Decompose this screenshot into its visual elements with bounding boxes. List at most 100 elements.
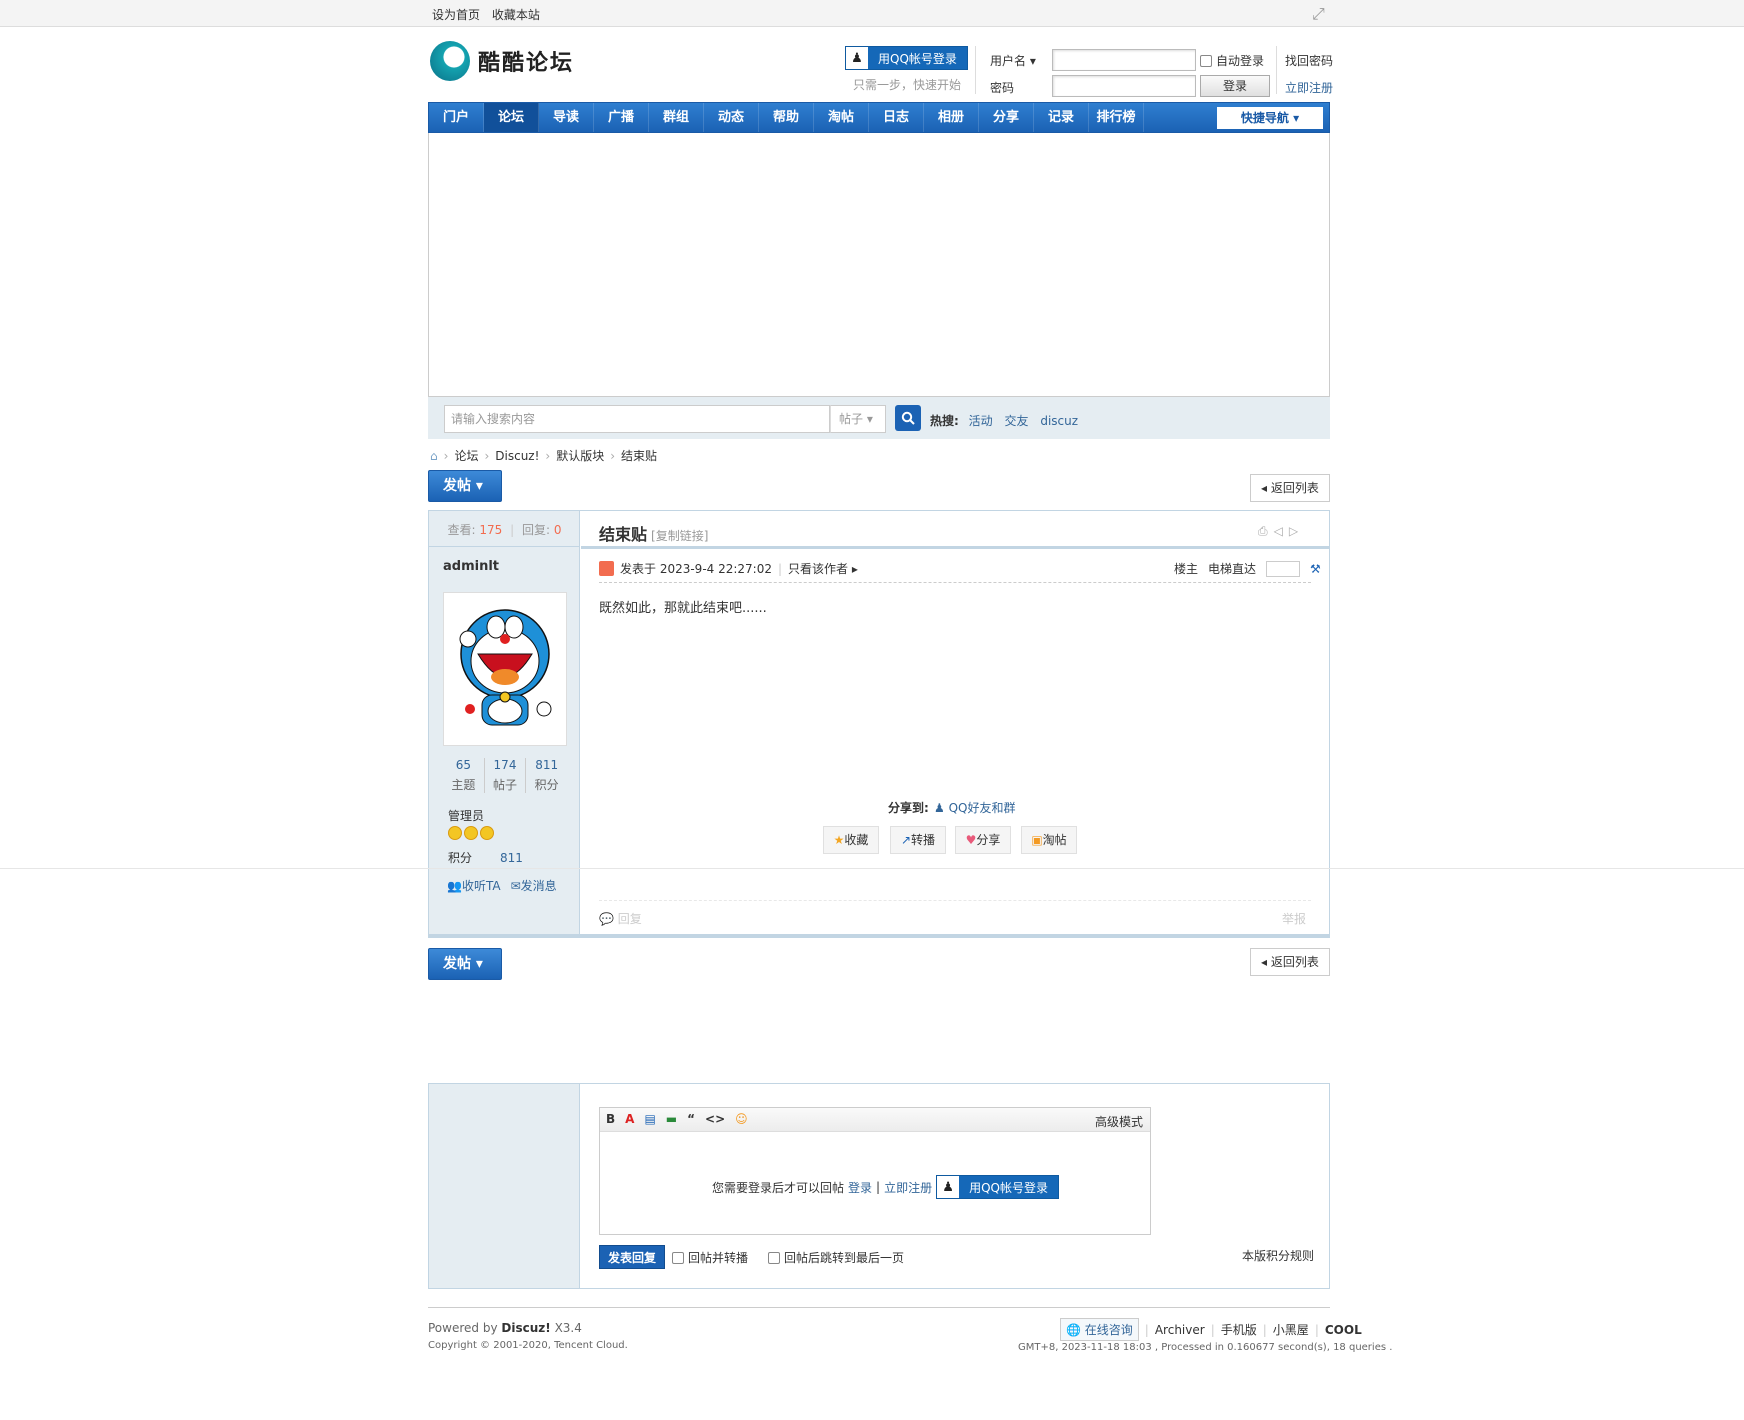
nav-item-broadcast[interactable]: 广播 xyxy=(594,103,649,132)
login-button[interactable]: 登录 xyxy=(1200,75,1270,97)
star-icon: ★ xyxy=(833,833,845,847)
nav-item-guide[interactable]: 导读 xyxy=(539,103,594,132)
relay-option[interactable]: 回帖并转播 xyxy=(672,1249,748,1266)
discuz-link[interactable]: Discuz! xyxy=(501,1321,550,1335)
breadcrumb-item[interactable]: 默认版块 xyxy=(556,447,604,464)
breadcrumb-item[interactable]: 论坛 xyxy=(454,447,478,464)
print-icon[interactable]: ⎙ xyxy=(1258,524,1268,539)
font-color-icon[interactable]: A xyxy=(625,1112,634,1126)
search-input[interactable]: 请输入搜索内容 xyxy=(444,405,830,433)
bookmark-link[interactable]: 收藏本站 xyxy=(492,8,540,22)
hot-term[interactable]: 交友 xyxy=(1004,414,1028,428)
nav-item-collections[interactable]: 淘帖 xyxy=(814,103,869,132)
prev-thread-icon[interactable]: ◁ xyxy=(1274,524,1283,539)
username-label[interactable]: 用户名 ▾ xyxy=(990,52,1036,69)
nav-item-album[interactable]: 相册 xyxy=(924,103,979,132)
nav-item-feed[interactable]: 动态 xyxy=(704,103,759,132)
forgot-password-link[interactable]: 找回密码 xyxy=(1285,52,1333,69)
image-icon[interactable]: ▤ xyxy=(644,1112,655,1126)
nav-item-doing[interactable]: 记录 xyxy=(1034,103,1089,132)
username-input[interactable] xyxy=(1052,49,1196,71)
online-consult-button[interactable]: 🌐 在线咨询 xyxy=(1060,1318,1139,1341)
breadcrumb-item[interactable]: Discuz! xyxy=(495,449,539,463)
breadcrumb-item[interactable]: 结束贴 xyxy=(621,447,657,464)
password-input[interactable] xyxy=(1052,75,1196,97)
auto-login-checkbox[interactable] xyxy=(1200,54,1212,67)
link-icon[interactable]: ▬ xyxy=(666,1112,677,1126)
collection-button[interactable]: ▣淘帖 xyxy=(1021,826,1077,854)
submit-reply-button[interactable]: 发表回复 xyxy=(599,1245,665,1269)
reply-login-link[interactable]: 登录 xyxy=(848,1179,872,1196)
nav-item-ranklist[interactable]: 排行榜 xyxy=(1089,103,1144,132)
qq-icon: ♟ xyxy=(846,47,868,69)
search-button[interactable] xyxy=(895,405,921,431)
relay-button[interactable]: ↗转播 xyxy=(890,826,946,854)
credits-stat[interactable]: 811 积分 xyxy=(526,758,567,793)
collection-icon: ▣ xyxy=(1031,833,1043,847)
next-thread-icon[interactable]: ▷ xyxy=(1289,524,1298,539)
qq-login-button[interactable]: ♟ 用QQ帐号登录 xyxy=(845,46,968,70)
nav-item-share[interactable]: 分享 xyxy=(979,103,1034,132)
archiver-link[interactable]: Archiver xyxy=(1155,1323,1205,1337)
author-name[interactable]: adminlt xyxy=(443,559,499,574)
message-link[interactable]: ✉发消息 xyxy=(511,877,557,894)
back-to-list-button-bottom[interactable]: ◂ 返回列表 xyxy=(1250,948,1330,976)
quick-nav-button[interactable]: 快捷导航 ▾ xyxy=(1217,107,1323,129)
nav-item-help[interactable]: 帮助 xyxy=(759,103,814,132)
reply-register-link[interactable]: 立即注册 xyxy=(884,1179,932,1196)
advanced-mode-link[interactable]: 高级模式 xyxy=(1095,1113,1143,1130)
password-label: 密码 xyxy=(990,81,1015,95)
post-meta: 发表于 2023-9-4 22:27:02 | 只看该作者 ▸ xyxy=(599,560,858,577)
reply-qq-login-button[interactable]: ♟ 用QQ帐号登录 xyxy=(936,1175,1059,1199)
hot-term[interactable]: 活动 xyxy=(969,414,993,428)
copy-link[interactable]: [复制链接] xyxy=(651,529,708,543)
smiley-icon[interactable]: ☺ xyxy=(735,1112,748,1126)
home-icon[interactable]: ⌂ xyxy=(430,449,438,463)
search-icon xyxy=(901,411,915,425)
reply-link[interactable]: 💬 回复 xyxy=(599,910,642,927)
top-bar: 设为首页 收藏本站 ⤢ xyxy=(0,0,1744,27)
relay-checkbox[interactable] xyxy=(672,1251,684,1264)
author-group[interactable]: 管理员 xyxy=(448,807,484,824)
nav-item-portal[interactable]: 门户 xyxy=(429,103,484,132)
posts-stat[interactable]: 174 帖子 xyxy=(485,758,527,793)
nav-item-forum[interactable]: 论坛 xyxy=(484,103,539,132)
nav-item-blog[interactable]: 日志 xyxy=(869,103,924,132)
auto-login-option[interactable]: 自动登录 xyxy=(1200,52,1264,69)
avatar-image xyxy=(459,609,552,726)
meta-divider xyxy=(599,582,1311,583)
share-qq-link[interactable]: ♟ QQ好友和群 xyxy=(934,799,1016,816)
follow-link[interactable]: 👥收听TA xyxy=(447,877,501,894)
mobile-link[interactable]: 手机版 xyxy=(1221,1321,1257,1338)
online-status-icon xyxy=(599,561,614,576)
share-label: 分享到: xyxy=(888,801,929,815)
credit-rules-link[interactable]: 本版积分规则 xyxy=(1242,1247,1314,1264)
fullscreen-icon[interactable]: ⤢ xyxy=(1312,4,1325,24)
back-to-list-button[interactable]: ◂ 返回列表 xyxy=(1250,474,1330,502)
code-icon[interactable]: <> xyxy=(705,1112,725,1126)
site-logo[interactable]: 酷酷论坛 xyxy=(430,36,598,86)
avatar[interactable] xyxy=(443,592,567,746)
quote-icon[interactable]: “ xyxy=(687,1112,695,1126)
topics-stat[interactable]: 65 主题 xyxy=(443,758,485,793)
floor-jump-input[interactable] xyxy=(1266,560,1301,577)
share-button[interactable]: ♥分享 xyxy=(955,826,1011,854)
favorite-button[interactable]: ★收藏 xyxy=(823,826,879,854)
top-links: 设为首页 收藏本站 xyxy=(432,6,548,23)
report-link[interactable]: 举报 xyxy=(1282,910,1306,927)
new-post-button[interactable]: 发帖 ▾ xyxy=(428,470,502,502)
site-link[interactable]: COOL xyxy=(1325,1323,1362,1337)
search-type-select[interactable]: 帖子 ▾ xyxy=(830,405,886,433)
blacklist-link[interactable]: 小黑屋 xyxy=(1273,1321,1309,1338)
register-link[interactable]: 立即注册 xyxy=(1285,79,1333,96)
post-date: 发表于 2023-9-4 22:27:02 xyxy=(620,562,772,576)
jump-last-checkbox[interactable] xyxy=(768,1251,780,1264)
jump-last-option[interactable]: 回帖后跳转到最后一页 xyxy=(768,1249,904,1266)
author-only-link[interactable]: 只看该作者 ▸ xyxy=(788,560,858,577)
nav-item-groups[interactable]: 群组 xyxy=(649,103,704,132)
bold-icon[interactable]: B xyxy=(606,1112,615,1126)
set-home-link[interactable]: 设为首页 xyxy=(432,8,480,22)
hot-term[interactable]: discuz xyxy=(1040,414,1078,428)
new-post-button-bottom[interactable]: 发帖 ▾ xyxy=(428,948,502,980)
wrench-icon[interactable]: ⚒ xyxy=(1310,562,1321,576)
